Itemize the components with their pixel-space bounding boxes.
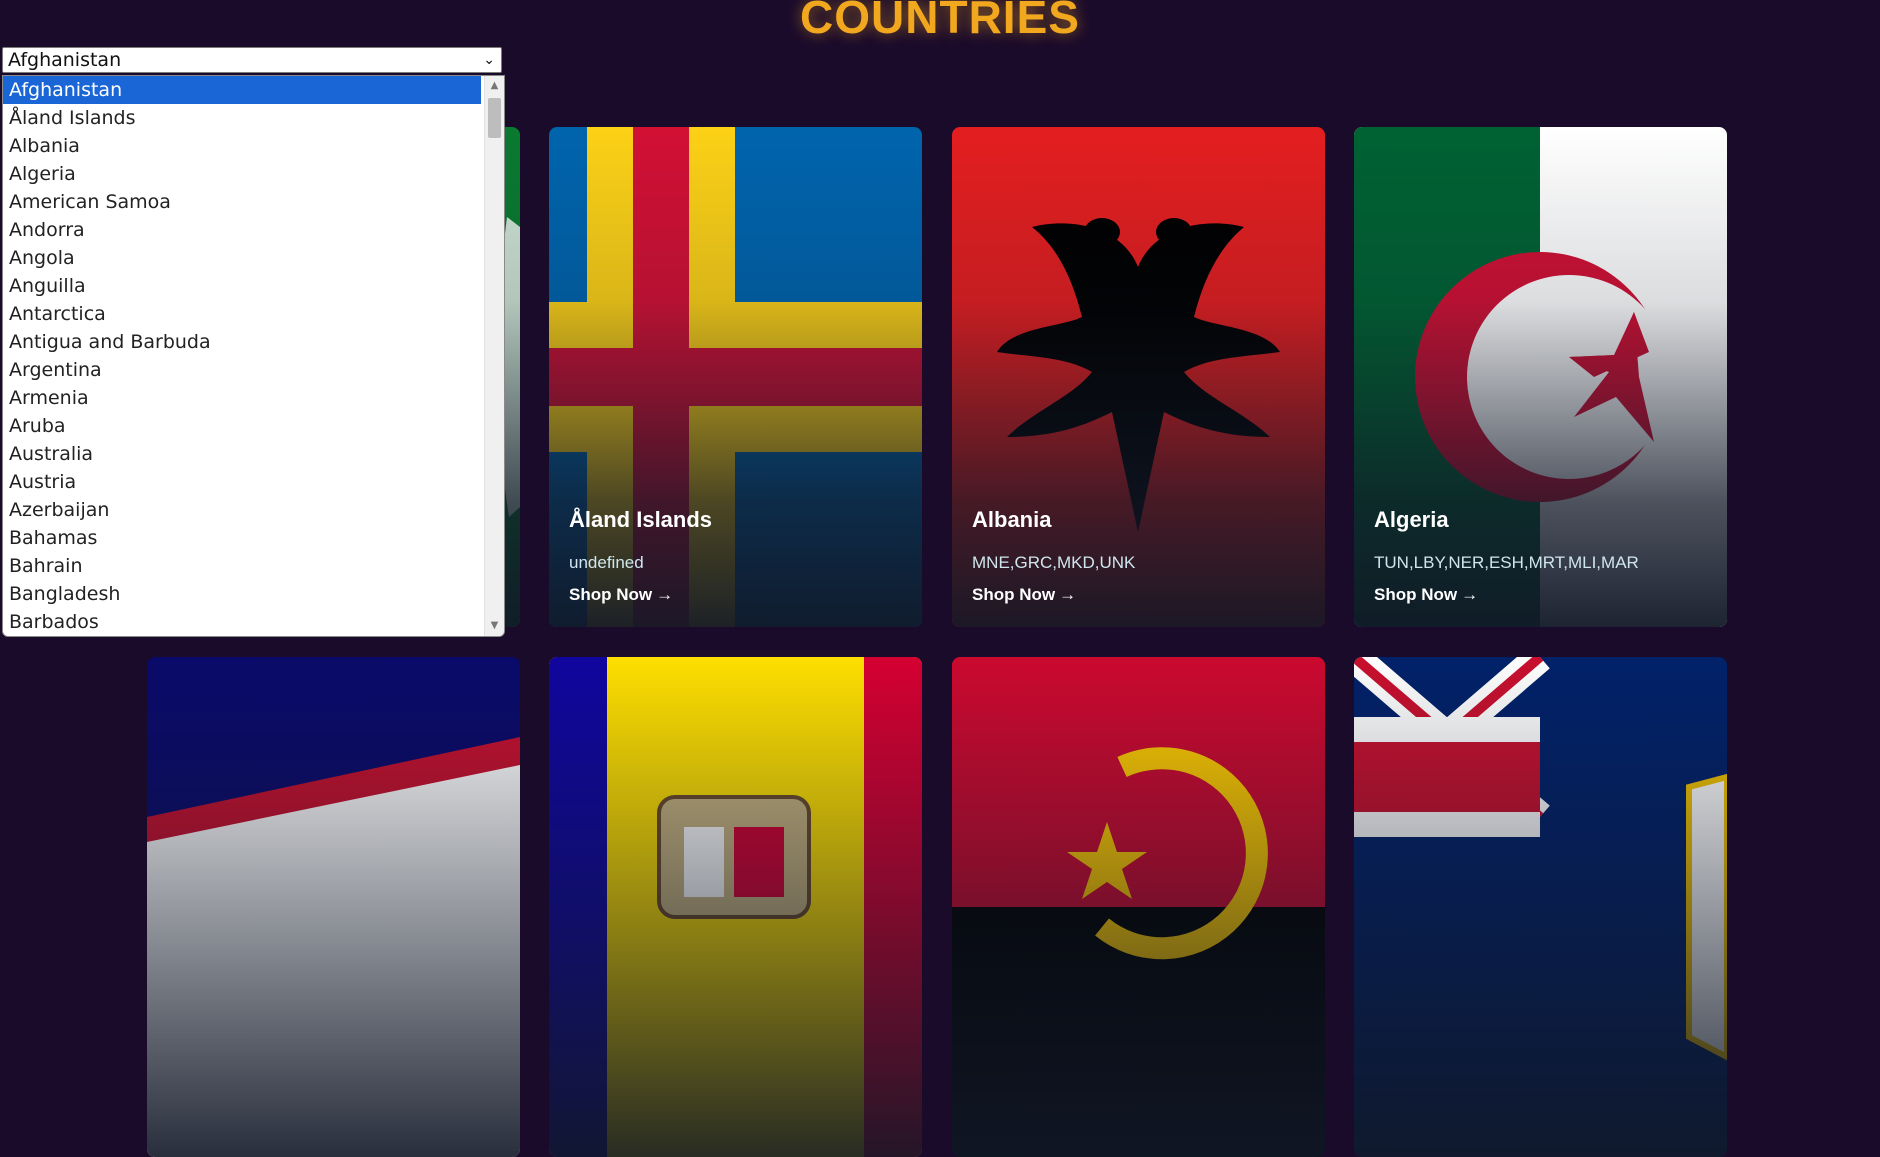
chevron-down-icon: ⌄ xyxy=(483,52,495,68)
shop-now-link[interactable]: Shop Now → xyxy=(569,585,906,605)
dropdown-option[interactable]: Argentina xyxy=(3,356,481,384)
dropdown-option[interactable]: Australia xyxy=(3,440,481,468)
country-name: Albania xyxy=(972,507,1052,532)
arrow-right-icon: → xyxy=(656,585,674,604)
dropdown-option[interactable]: Aruba xyxy=(3,412,481,440)
dropdown-option[interactable]: Åland Islands xyxy=(3,104,481,132)
scroll-up-arrow-icon[interactable]: ▲ xyxy=(485,78,504,94)
country-select[interactable]: Afghanistan ⌄ xyxy=(2,47,502,73)
country-name: Åland Islands xyxy=(569,507,713,532)
shop-now-link[interactable]: Shop Now → xyxy=(1374,585,1711,605)
country-borders: undefined xyxy=(569,553,644,572)
dropdown-option[interactable]: Anguilla xyxy=(3,272,481,300)
country-card-andorra[interactable] xyxy=(549,657,922,1157)
dropdown-option[interactable]: Barbados xyxy=(3,608,481,636)
country-name: Algeria xyxy=(1374,507,1449,532)
dropdown-option[interactable]: Armenia xyxy=(3,384,481,412)
dropdown-option[interactable]: Angola xyxy=(3,244,481,272)
dropdown-option[interactable]: Bangladesh xyxy=(3,580,481,608)
arrow-right-icon: → xyxy=(1059,585,1077,604)
dropdown-option[interactable]: Bahamas xyxy=(3,524,481,552)
country-card-anguilla[interactable] xyxy=(1354,657,1727,1157)
dropdown-option[interactable]: Afghanistan xyxy=(3,76,481,104)
scroll-down-arrow-icon[interactable]: ▼ xyxy=(485,618,504,634)
country-card-american-samoa[interactable] xyxy=(147,657,520,1157)
dropdown-option[interactable]: Antarctica xyxy=(3,300,481,328)
dropdown-scrollbar[interactable]: ▲ ▼ xyxy=(484,76,504,636)
dropdown-option[interactable]: Bahrain xyxy=(3,552,481,580)
dropdown-option[interactable]: Antigua and Barbuda xyxy=(3,328,481,356)
country-borders: TUN,LBY,NER,ESH,MRT,MLI,MAR xyxy=(1374,553,1639,572)
country-card-angola[interactable] xyxy=(952,657,1325,1157)
country-card-albania[interactable]: Albania MNE,GRC,MKD,UNK Shop Now → xyxy=(952,127,1325,627)
shop-now-label: Shop Now xyxy=(1374,585,1458,604)
scrollbar-thumb[interactable] xyxy=(488,98,501,138)
shop-now-label: Shop Now xyxy=(972,585,1056,604)
shop-now-label: Shop Now xyxy=(569,585,653,604)
country-dropdown-list[interactable]: Afghanistan Åland Islands Albania Algeri… xyxy=(2,75,505,637)
page-title: COUNTRIES xyxy=(800,0,1080,43)
country-borders: MNE,GRC,MKD,UNK xyxy=(972,553,1136,572)
country-select-value: Afghanistan xyxy=(8,49,122,71)
dropdown-option[interactable]: Albania xyxy=(3,132,481,160)
dropdown-option[interactable]: Algeria xyxy=(3,160,481,188)
dropdown-option[interactable]: Azerbaijan xyxy=(3,496,481,524)
shop-now-link[interactable]: Shop Now → xyxy=(972,585,1309,605)
dropdown-option[interactable]: Andorra xyxy=(3,216,481,244)
dropdown-option[interactable]: Austria xyxy=(3,468,481,496)
arrow-right-icon: → xyxy=(1461,585,1479,604)
dropdown-option[interactable]: American Samoa xyxy=(3,188,481,216)
country-card-aland[interactable]: Åland Islands undefined Shop Now → xyxy=(549,127,922,627)
country-card-algeria[interactable]: Algeria TUN,LBY,NER,ESH,MRT,MLI,MAR Shop… xyxy=(1354,127,1727,627)
